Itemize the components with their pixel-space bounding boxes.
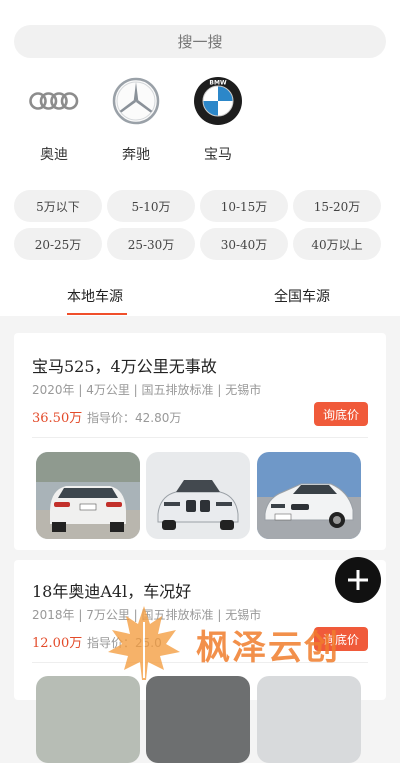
brand-list: 奥迪 奔驰 BMW 宝马 [0, 74, 400, 174]
bmw-logo-icon: BMW [191, 74, 245, 128]
car-photo[interactable] [257, 452, 361, 539]
listing-title: 18年奥迪A4l，车况好 [32, 582, 192, 601]
search-input[interactable]: 搜一搜 [14, 25, 386, 58]
price-chip[interactable]: 20-25万 [14, 228, 102, 260]
listing-meta: 2020年 | 4万公里 | 国五排放标准 | 无锡市 [32, 383, 262, 397]
mercedes-logo-icon [109, 74, 163, 128]
price-chip[interactable]: 40万以上 [293, 228, 381, 260]
price-chip[interactable]: 5万以下 [14, 190, 102, 222]
brand-label: 奥迪 [40, 147, 68, 163]
car-photo[interactable] [146, 452, 250, 539]
svg-text:BMW: BMW [209, 80, 227, 87]
tab-local[interactable]: 本地车源 [67, 286, 123, 306]
watermark-text: 枫泽云创 [196, 628, 340, 668]
listing-price: 12.00万 [32, 636, 83, 651]
add-button[interactable] [335, 557, 381, 603]
listing-title: 宝马525，4万公里无事故 [32, 357, 217, 376]
listing-price: 36.50万 [32, 411, 83, 426]
price-chip[interactable]: 25-30万 [107, 228, 195, 260]
brand-item-mercedes[interactable]: 奔驰 [96, 74, 176, 164]
brand-label: 宝马 [204, 147, 232, 163]
audi-logo-icon [27, 74, 81, 128]
maple-leaf-icon [108, 606, 180, 680]
price-chip[interactable]: 10-15万 [200, 190, 288, 222]
price-chip[interactable]: 15-20万 [293, 190, 381, 222]
tab-national[interactable]: 全国车源 [274, 286, 330, 306]
car-photo[interactable] [36, 452, 140, 539]
listing-guide-price: 指导价：42.80万 [87, 411, 182, 425]
source-tabs: 本地车源 全国车源 [0, 274, 400, 316]
watermark: 枫泽云创 [104, 602, 374, 682]
price-chip[interactable]: 30-40万 [200, 228, 288, 260]
price-chip[interactable]: 5-10万 [107, 190, 195, 222]
listing-card[interactable]: 宝马525，4万公里无事故 2020年 | 4万公里 | 国五排放标准 | 无锡… [14, 333, 386, 550]
active-tab-indicator [67, 313, 127, 315]
plus-icon [348, 570, 368, 590]
divider [32, 437, 368, 438]
brand-item-bmw[interactable]: BMW 宝马 [178, 74, 258, 164]
car-photo[interactable] [257, 676, 361, 763]
car-photo[interactable] [36, 676, 140, 763]
car-photo[interactable] [146, 676, 250, 763]
search-placeholder: 搜一搜 [177, 33, 223, 51]
ask-price-button[interactable]: 询底价 [314, 402, 368, 426]
brand-label: 奔驰 [122, 147, 150, 163]
brand-item-audi[interactable]: 奥迪 [14, 74, 94, 164]
